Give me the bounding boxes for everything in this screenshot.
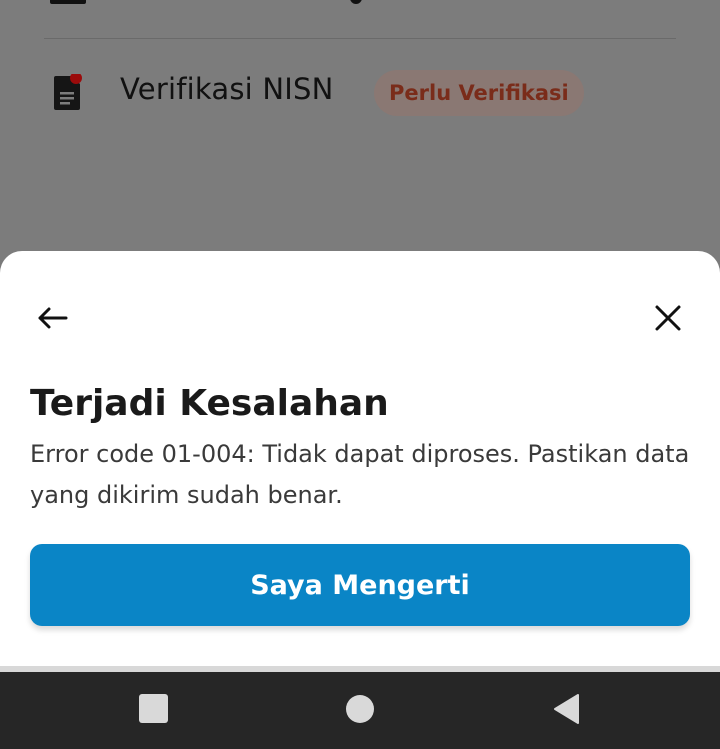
close-icon bbox=[655, 305, 681, 331]
status-badge: Perlu Verifikasi bbox=[374, 70, 584, 116]
screen: Verifikasi NISN Perlu Verifikasi Terjadi… bbox=[0, 0, 720, 749]
circle-icon[interactable] bbox=[346, 695, 374, 723]
dialog-title: Terjadi Kesalahan bbox=[30, 383, 389, 424]
list-divider bbox=[44, 38, 676, 39]
document-icon bbox=[54, 74, 82, 110]
acknowledge-button[interactable]: Saya Mengerti bbox=[30, 544, 690, 626]
close-button[interactable] bbox=[646, 297, 690, 339]
back-button[interactable] bbox=[30, 298, 74, 338]
triangle-back-icon[interactable] bbox=[552, 693, 580, 725]
verification-item-title[interactable]: Verifikasi NISN bbox=[120, 72, 333, 106]
arrow-left-icon bbox=[38, 307, 68, 329]
previous-item-glyph bbox=[350, 0, 362, 4]
previous-item-icon bbox=[50, 0, 86, 4]
dialog-message: Error code 01-004: Tidak dapat diproses.… bbox=[30, 440, 690, 509]
square-icon[interactable] bbox=[139, 694, 168, 723]
background-page: Verifikasi NISN Perlu Verifikasi bbox=[0, 0, 720, 260]
